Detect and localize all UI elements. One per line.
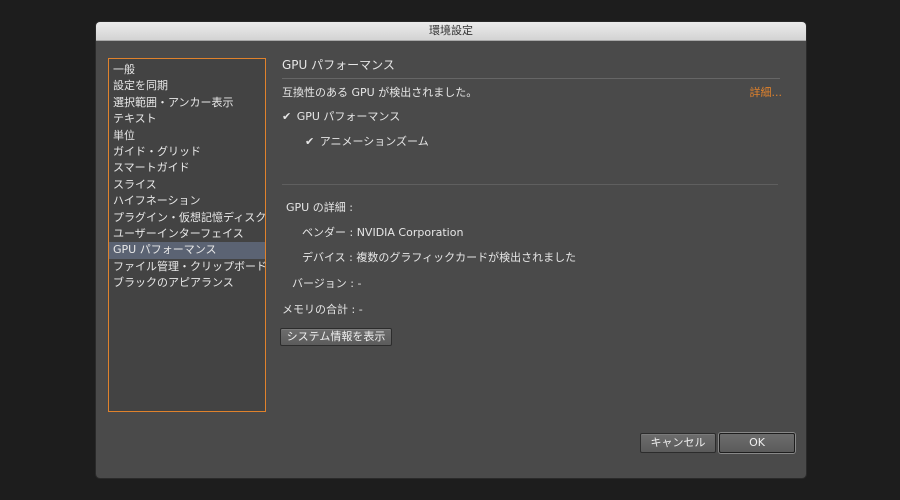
category-list: 一般 設定を同期 選択範囲・アンカー表示 テキスト 単位 ガイド・グリッド スマートガイドス… <box>108 58 267 412</box>
divider <box>282 184 778 185</box>
sidebar-item[interactable]: ブラックのアピアランス <box>109 275 265 291</box>
gpu-vendor: ベンダー : NVIDIA Corporation <box>302 226 464 239</box>
gpu-detected-text: 互換性のある GPU が検出されました。 <box>282 86 478 99</box>
details-link[interactable]: 詳細... <box>750 84 783 100</box>
sidebar-item[interactable]: スライス <box>109 177 265 193</box>
checkmark-icon: ✔ <box>305 135 315 148</box>
show-system-info-button[interactable]: システム情報を表示 <box>280 328 392 346</box>
cancel-button[interactable]: キャンセル <box>640 433 716 453</box>
sidebar-item[interactable]: GPU パフォーマンス <box>109 242 265 259</box>
sidebar-item[interactable]: 単位 <box>109 128 265 144</box>
sidebar-item[interactable]: テキスト <box>109 111 265 127</box>
sidebar-item[interactable]: プラグイン・仮想記憶ディスク <box>109 210 266 226</box>
gpu-memory-total: メモリの合計 : - <box>282 303 363 316</box>
sidebar-item[interactable]: 選択範囲・アンカー表示 <box>109 95 265 111</box>
preferences-dialog: 環境設定 一般 設定を同期 選択範囲・アンカー表示 テキスト 単位 ガイド・グリッド スマー… <box>96 22 806 478</box>
sidebar-item[interactable]: ユーザーインターフェイス <box>109 226 265 242</box>
gpu-detected-row: 互換性のある GPU が検出されました。 詳細... <box>282 84 783 100</box>
sidebar-item[interactable]: ハイフネーション <box>109 193 265 209</box>
sidebar-item[interactable]: ファイル管理・クリップボード <box>109 259 267 275</box>
gpu-performance-checkbox[interactable]: ✔ GPU パフォーマンス <box>282 108 400 124</box>
window-title: 環境設定 <box>96 22 806 41</box>
checkmark-icon: ✔ <box>282 110 292 123</box>
animation-zoom-checkbox[interactable]: ✔ アニメーションズーム <box>305 133 429 149</box>
section-divider <box>282 78 780 79</box>
animation-zoom-label: アニメーションズーム <box>319 135 429 148</box>
gpu-details-heading: GPU の詳細 : <box>286 201 353 214</box>
ok-button[interactable]: OK <box>719 433 795 453</box>
sidebar-item[interactable]: 一般 <box>109 62 265 78</box>
gpu-version: バージョン : - <box>292 277 362 290</box>
gpu-performance-label: GPU パフォーマンス <box>296 110 401 123</box>
gpu-performance-panel: GPU パフォーマンス 互換性のある GPU が検出されました。 詳細... ✔… <box>280 56 782 346</box>
sidebar-item[interactable]: ガイド・グリッド <box>109 144 265 160</box>
gpu-device: デバイス : 複数のグラフィックカードが検出されました <box>302 251 577 264</box>
sidebar-item[interactable]: スマートガイド <box>109 160 265 176</box>
section-title: GPU パフォーマンス <box>282 58 395 72</box>
sidebar-item[interactable]: 設定を同期 <box>109 78 265 94</box>
